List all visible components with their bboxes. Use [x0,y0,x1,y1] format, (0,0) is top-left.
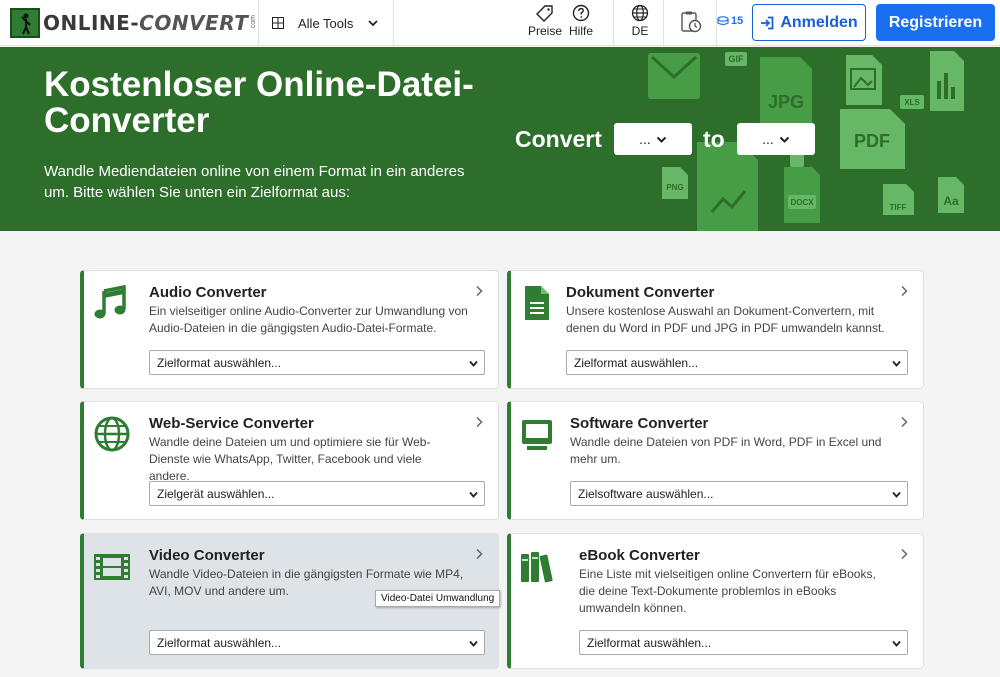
software-target-select[interactable]: Zielsoftware auswählen... [570,481,908,506]
chevron-down-icon [892,491,901,498]
globe-icon [94,416,130,452]
card-description: Ein vielseitiger online Audio-Converter … [149,304,468,335]
chevron-down-icon [469,640,478,647]
books-icon [521,552,553,583]
site-logo[interactable]: ONLINE-CONVERT .com [10,8,257,38]
all-tools-label: Alle Tools [298,15,354,31]
sign-in-icon [761,16,774,29]
png-label: PNG [666,183,683,192]
audio-converter-card[interactable]: Audio Converter Ein vielseitiger online … [80,270,499,389]
hero-banner: GIF JPG XLS PDF PNG DOCX TIFF Aa Kostenl… [0,47,1000,231]
chevron-right-icon [476,285,483,297]
page-subtitle: Wandle Mediendateien online von einem Fo… [44,163,465,201]
help-circle-icon [572,4,590,22]
chevron-right-icon [901,416,908,428]
document-target-format-select[interactable]: Zielformat auswählen... [566,350,908,375]
docx-label: DOCX [790,198,814,207]
chevron-down-icon [368,20,379,27]
music-note-icon [94,284,126,319]
video-card-tooltip: Video-Datei Umwandlung [375,590,501,607]
gif-label: GIF [729,54,745,64]
chevron-right-icon [901,548,908,560]
jpg-label: JPG [768,92,804,112]
chevron-down-icon [469,491,478,498]
login-button[interactable]: Anmelden [752,4,866,41]
card-description: Wandle deine Dateien von PDF in Word, PD… [570,435,882,466]
web-service-converter-card[interactable]: Web-Service Converter Wandle deine Datei… [80,401,499,520]
chevron-down-icon [892,640,901,647]
film-strip-icon [94,554,130,580]
video-target-format-select[interactable]: Zielformat auswählen... [149,630,485,655]
prices-link[interactable]: Preise [528,4,562,38]
card-title: Web-Service Converter [149,415,314,432]
history-button[interactable] [679,10,703,36]
coins-icon [717,16,729,26]
register-button[interactable]: Registrieren [876,4,995,41]
card-title: Dokument Converter [566,284,715,301]
logo-text: ONLINE-CONVERT [43,11,249,35]
chevron-right-icon [476,548,483,560]
document-converter-card[interactable]: Dokument Converter Unsere kostenlose Aus… [507,270,924,389]
divider [663,0,664,46]
ebook-converter-card[interactable]: eBook Converter Eine Liste mit vielseiti… [507,533,924,669]
chevron-right-icon [901,285,908,297]
ebook-target-format-select[interactable]: Zielformat auswählen... [579,630,908,655]
card-title: Video Converter [149,547,265,564]
to-label: to [703,126,725,152]
xls-label: XLS [904,98,920,107]
convert-label: Convert [515,126,602,152]
credits-counter[interactable]: 15 [717,15,743,27]
help-link[interactable]: Hilfe [569,4,593,38]
card-description: Eine Liste mit vielseitigen online Conve… [579,567,876,615]
card-description: Unsere kostenlose Auswahl an Dokument-Co… [566,304,885,335]
document-icon [525,286,549,320]
card-title: Audio Converter [149,284,267,301]
chevron-right-icon [476,416,483,428]
logo-mark-icon [10,8,40,38]
divider [258,0,259,46]
chevron-down-icon [779,136,790,143]
card-title: Software Converter [570,415,709,432]
clipboard-clock-icon [681,11,702,33]
source-format-select[interactable]: ... [614,123,692,155]
price-tag-icon [536,5,553,22]
all-tools-dropdown[interactable]: Alle Tools [272,0,379,46]
globe-icon [631,4,649,22]
language-selector[interactable]: DE [631,4,649,38]
page-title: Kostenloser Online-Datei-Converter [44,65,474,140]
monitor-icon [522,420,552,450]
web-service-target-device-select[interactable]: Zielgerät auswählen... [149,481,485,506]
divider [613,0,614,46]
pdf-label: PDF [854,131,890,151]
tiff-label: TIFF [890,203,907,212]
logo-domain-suffix: .com [250,15,258,31]
software-converter-card[interactable]: Software Converter Wandle deine Dateien … [507,401,924,520]
chevron-down-icon [469,360,478,367]
chevron-down-icon [656,136,667,143]
grid-icon [272,17,284,29]
divider [393,0,394,46]
card-description: Wandle deine Dateien um und optimiere si… [149,435,431,483]
font-label: Aa [943,194,959,208]
chevron-down-icon [892,360,901,367]
audio-target-format-select[interactable]: Zielformat auswählen... [149,350,485,375]
card-title: eBook Converter [579,547,700,564]
top-navigation-bar: ONLINE-CONVERT .com Alle Tools Preise Hi… [0,0,1000,46]
target-format-select[interactable]: ... [737,123,815,155]
